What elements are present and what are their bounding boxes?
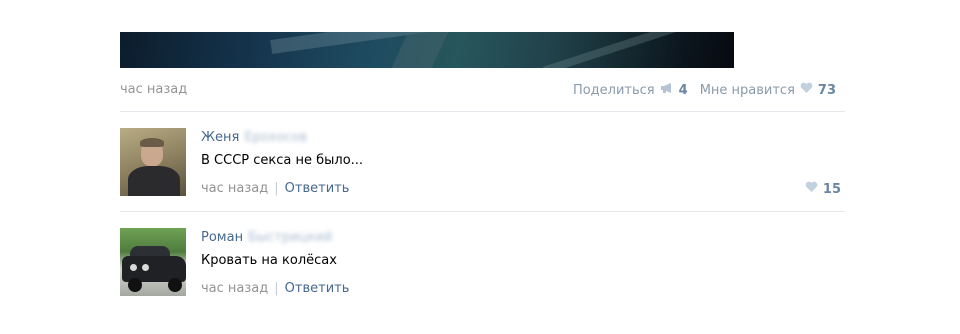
- megaphone-icon: [660, 82, 674, 98]
- divider: [120, 111, 845, 112]
- comment-time[interactable]: час назад: [201, 281, 268, 296]
- avatar-detail: [128, 166, 180, 196]
- heart-icon: [800, 82, 813, 98]
- author-name[interactable]: Роман: [201, 230, 243, 245]
- avatar-detail: [128, 278, 142, 292]
- comment-author[interactable]: Роман Быстрицкий: [201, 230, 332, 245]
- comment: Женя Ерохосов В СССР секса не было... ча…: [120, 128, 845, 198]
- divider: [120, 211, 845, 212]
- meta-separator: |: [274, 181, 279, 196]
- avatar-detail: [140, 138, 164, 147]
- comment: Роман Быстрицкий Кровать на колёсах час …: [120, 228, 845, 298]
- comment-body: Женя Ерохосов В СССР секса не было... ча…: [201, 128, 845, 198]
- comment-text: В СССР секса не было...: [201, 153, 364, 168]
- avatar-detail: [168, 278, 182, 292]
- avatar-detail: [130, 264, 137, 271]
- comment-author[interactable]: Женя Ерохосов: [201, 130, 307, 145]
- comment-text: Кровать на колёсах: [201, 253, 337, 268]
- meta-separator: |: [274, 281, 279, 296]
- comment-time[interactable]: час назад: [201, 181, 268, 196]
- author-surname-blurred[interactable]: Ерохосов: [244, 130, 307, 145]
- author-name[interactable]: Женя: [201, 130, 239, 145]
- avatar[interactable]: [120, 128, 186, 196]
- author-surname-blurred[interactable]: Быстрицкий: [248, 230, 332, 245]
- reply-link[interactable]: Ответить: [285, 181, 350, 196]
- comment-meta: час назад | Ответить: [201, 281, 349, 296]
- post-time[interactable]: час назад: [120, 82, 187, 97]
- share-count: 4: [678, 82, 688, 98]
- heart-icon: [805, 181, 818, 197]
- comment-meta: час назад | Ответить: [201, 181, 349, 196]
- like-button[interactable]: Мне нравится 73: [700, 82, 836, 98]
- reply-link[interactable]: Ответить: [285, 281, 350, 296]
- comment-body: Роман Быстрицкий Кровать на колёсах час …: [201, 228, 845, 298]
- like-count: 73: [817, 82, 836, 98]
- share-label: Поделиться: [572, 82, 655, 98]
- post-actions: Поделиться 4 Мне нравится 73: [573, 82, 836, 98]
- post-footer: час назад Поделиться 4 Мне нравится 73: [120, 80, 840, 100]
- comment-like-count: 15: [822, 181, 841, 197]
- avatar-detail: [142, 264, 149, 271]
- post-image-detail: [391, 32, 449, 68]
- share-button[interactable]: Поделиться 4: [573, 82, 688, 98]
- post-image[interactable]: [120, 32, 734, 68]
- avatar[interactable]: [120, 228, 186, 296]
- comment-like-button[interactable]: 15: [805, 181, 841, 197]
- post-image-detail: [542, 32, 698, 68]
- like-label: Мне нравится: [699, 82, 795, 98]
